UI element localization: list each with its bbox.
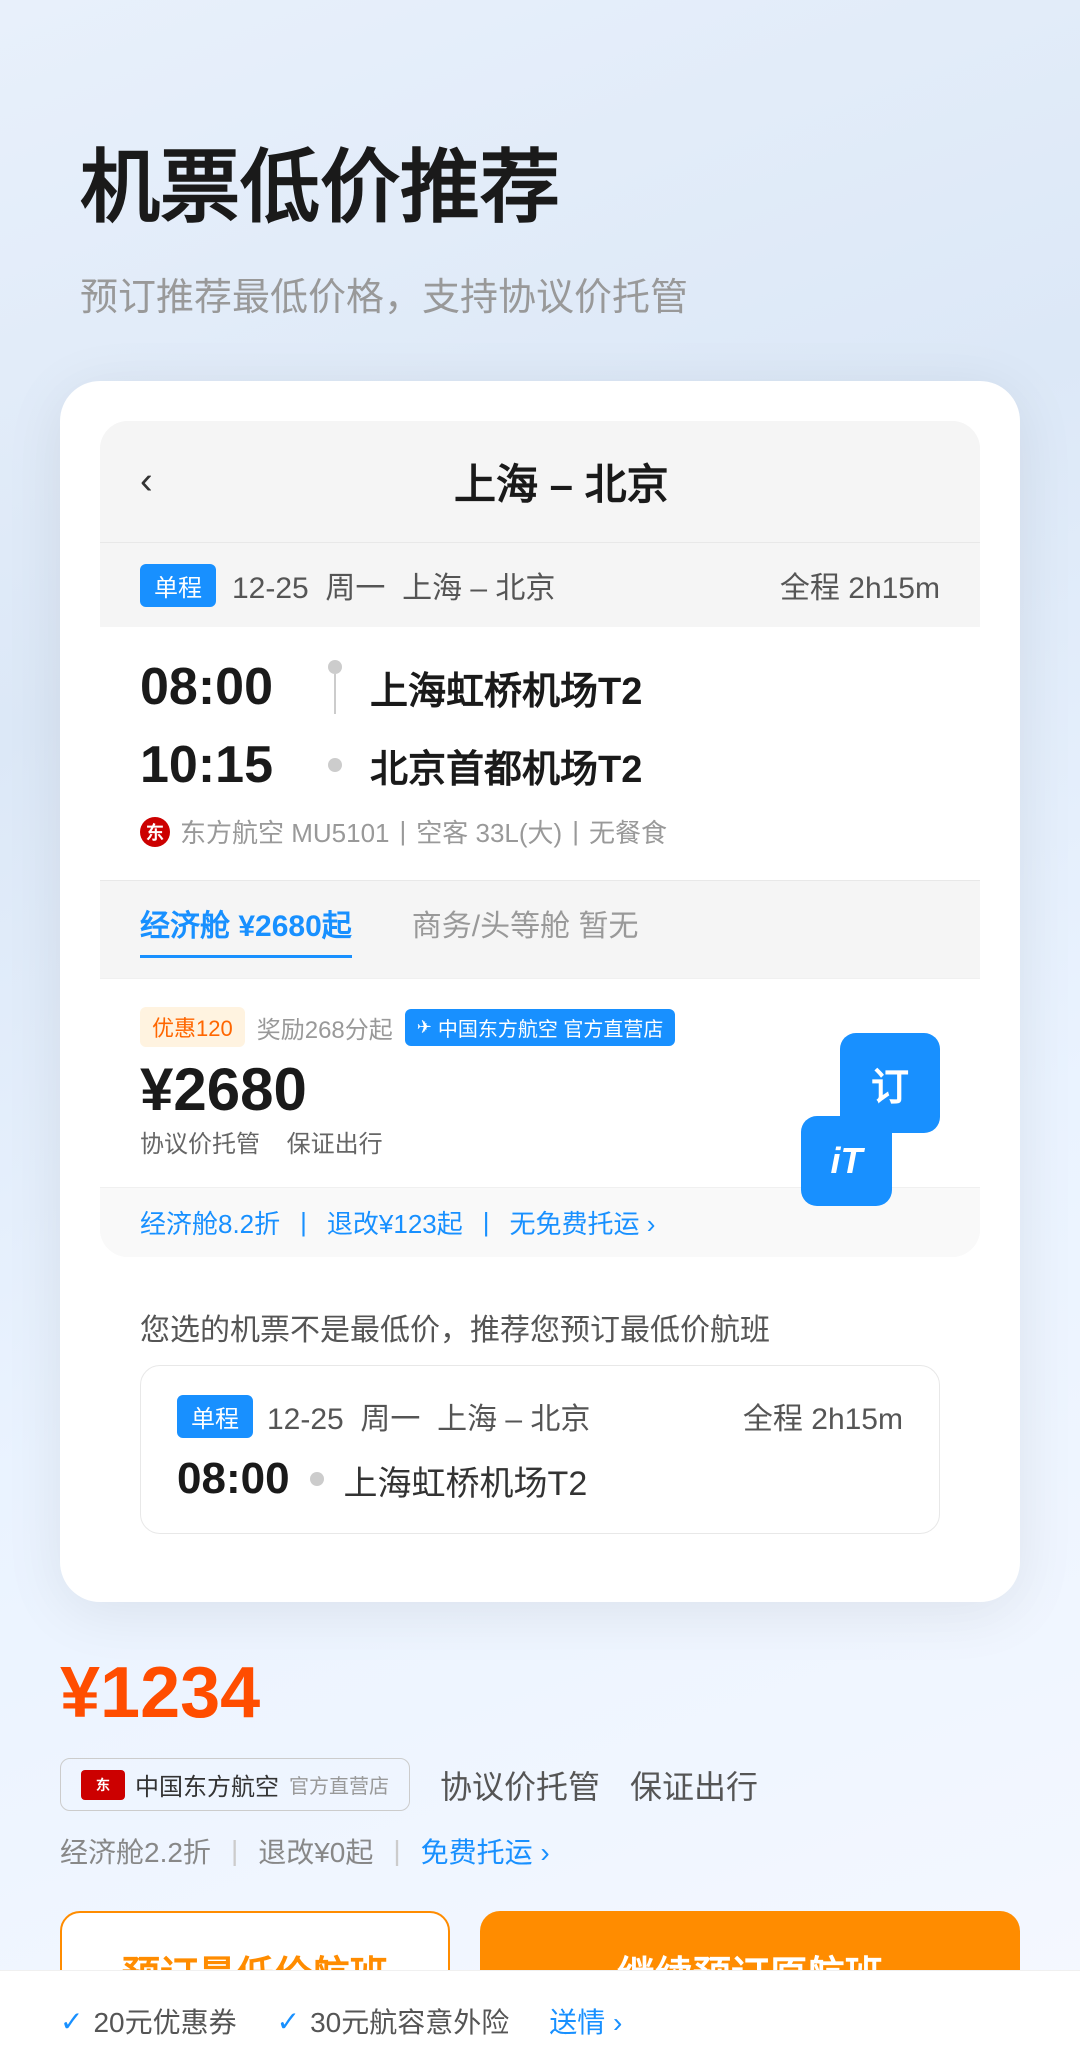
- mini-flight-detail: 08:00 上海虹桥机场T2: [177, 1452, 903, 1505]
- bar-sep1: |: [300, 1207, 307, 1238]
- price-info: 优惠120 奖励268分起 ✈ 中国东方航空 官方直营店 ¥2680 协议价托管…: [140, 1007, 675, 1159]
- arrival-time: 10:15: [140, 735, 300, 795]
- check-icon-1: ✓: [60, 2005, 83, 2038]
- main-card: ‹ 上海 – 北京 单程 12-25 周一 上海 – 北京 全程 2h15m 0…: [60, 381, 1020, 1602]
- airline-badge-text: 中国东方航空 官方直营店: [438, 1013, 664, 1042]
- mini-duration: 全程 2h15m: [743, 1394, 903, 1438]
- promo-text-1: 20元优惠券: [93, 2001, 236, 2041]
- airline-logo: 东: [140, 817, 170, 847]
- tag-guarantee: 保证出行: [630, 1762, 758, 1808]
- economy-tab[interactable]: 经济舱 ¥2680起: [140, 901, 352, 958]
- departure-dot: [328, 660, 342, 674]
- price-badges: 优惠120 奖励268分起 ✈ 中国东方航空 官方直营店: [140, 1007, 675, 1047]
- flight-meta-bar: 单程 12-25 周一 上海 – 北京 全程 2h15m: [100, 543, 980, 627]
- discount-info: 经济舱8.2折: [140, 1204, 280, 1241]
- page-title: 机票低价推荐: [80, 140, 1000, 236]
- mini-departure-time: 08:00: [177, 1454, 290, 1504]
- change-info: 退改¥123起: [327, 1204, 463, 1241]
- separator2: |: [572, 816, 579, 847]
- airline-official-badge: ✈ 中国东方航空 官方直营店: [405, 1009, 676, 1046]
- bottom-airline-row: 东 中国东方航空 官方直营店 协议价托管 保证出行: [60, 1758, 1020, 1811]
- separator: |: [400, 816, 407, 847]
- cabin-tabs: 经济舱 ¥2680起 商务/头等舱 暂无: [100, 880, 980, 978]
- check-icon-2: ✓: [277, 2005, 300, 2038]
- luggage-info[interactable]: 无免费托运 ›: [510, 1204, 656, 1241]
- mini-date: 12-25 周一 上海 – 北京: [267, 1394, 590, 1438]
- mini-trip-type: 单程: [177, 1395, 253, 1438]
- discount-badge: 优惠120: [140, 1007, 245, 1047]
- tag-managed: 协议价托管: [440, 1762, 600, 1808]
- flight-header: ‹ 上海 – 北京: [100, 421, 980, 543]
- flight-meta-left: 单程 12-25 周一 上海 – 北京: [140, 563, 555, 607]
- price-sub-info: 协议价托管 保证出行: [140, 1124, 675, 1159]
- notice-text: 您选的机票不是最低价，推荐您预订最低价航班: [140, 1305, 940, 1349]
- mini-flight-left: 单程 12-25 周一 上海 – 北京: [177, 1394, 590, 1438]
- back-button[interactable]: ‹: [140, 460, 153, 503]
- bar-sep2: |: [483, 1207, 490, 1238]
- promo-text-2: 30元航容意外险: [310, 2001, 509, 2041]
- bottom-luggage[interactable]: 免费托运 ›: [421, 1831, 550, 1871]
- route-line: [334, 674, 336, 714]
- meal-info: 无餐食: [589, 813, 667, 850]
- airline-badge-icon: ✈: [417, 1017, 432, 1038]
- arrival-airport: 北京首都机场T2: [370, 738, 642, 793]
- business-tab[interactable]: 商务/头等舱 暂无: [412, 901, 639, 958]
- airline-logo-text: 东: [96, 1775, 110, 1795]
- promo-item-2: ✓ 30元航容意外险: [277, 2001, 510, 2041]
- aircraft-type: 空客 33L(大): [416, 813, 562, 850]
- mini-dot: [310, 1472, 324, 1486]
- bottom-change: 退改¥0起: [258, 1831, 373, 1871]
- header-section: 机票低价推荐 预订推荐最低价格，支持协议价托管: [0, 0, 1080, 381]
- economy-price: ¥2680起: [238, 910, 351, 943]
- departure-time: 08:00: [140, 657, 300, 717]
- airline-info: 东 东方航空 MU5101 | 空客 33L(大) | 无餐食: [140, 813, 940, 850]
- departure-airport: 上海虹桥机场T2: [370, 660, 642, 715]
- promo-more-link[interactable]: 送情 ›: [549, 2001, 622, 2041]
- arrival-dot: [328, 758, 342, 772]
- bottom-price-prefix: ¥: [60, 1653, 100, 1733]
- bottom-price-number: 1234: [100, 1653, 260, 1733]
- flight-times: 08:00 上海虹桥机场T2 10:15 北京首都机场T2 东 东方: [100, 627, 980, 880]
- promo-item-1: ✓ 20元优惠券: [60, 2001, 237, 2041]
- it-logo: iT: [801, 1116, 892, 1206]
- mini-departure-airport: 上海虹桥机场T2: [344, 1456, 588, 1505]
- flight-date: 12-25 周一 上海 – 北京: [232, 563, 555, 607]
- airline-flight: 东方航空 MU5101: [180, 813, 390, 850]
- route-dot-top: [320, 660, 350, 714]
- airline-official-badge: 东 中国东方航空 官方直营店: [60, 1758, 410, 1811]
- page-subtitle: 预订推荐最低价格，支持协议价托管: [80, 266, 1000, 321]
- more-link-text[interactable]: 送情 ›: [549, 2001, 622, 2041]
- mini-flight-card[interactable]: 单程 12-25 周一 上海 – 北京 全程 2h15m 08:00 上海虹桥机…: [140, 1365, 940, 1534]
- bottom-discount-bar: 经济舱2.2折 | 退改¥0起 | 免费托运 ›: [60, 1831, 1020, 1871]
- bottom-price: ¥1234: [60, 1652, 1020, 1734]
- trip-type-badge: 单程: [140, 564, 216, 607]
- arrival-row: 10:15 北京首都机场T2: [140, 735, 940, 795]
- mini-flight-header: 单程 12-25 周一 上海 – 北京 全程 2h15m: [177, 1394, 903, 1438]
- flight-duration: 全程 2h15m: [780, 563, 940, 607]
- flight-price: ¥2680: [140, 1055, 307, 1124]
- departure-row: 08:00 上海虹桥机场T2: [140, 657, 940, 717]
- recommendation-notice: 您选的机票不是最低价，推荐您预订最低价航班 单程 12-25 周一 上海 – 北…: [100, 1277, 980, 1562]
- points-badge: 奖励268分起: [257, 1010, 393, 1045]
- flight-route-title: 上海 – 北京: [183, 451, 940, 512]
- business-status: 暂无: [578, 910, 638, 943]
- footer-promo: ✓ 20元优惠券 ✓ 30元航容意外险 送情 ›: [0, 1970, 1080, 2071]
- airline-red-logo: 东: [81, 1770, 125, 1800]
- airline-name: 中国东方航空: [135, 1767, 279, 1802]
- bottom-discount: 经济舱2.2折: [60, 1831, 211, 1871]
- price-display: ¥2680: [140, 1055, 675, 1124]
- route-dot-bottom: [320, 758, 350, 772]
- airline-subtext: 官方直营店: [289, 1770, 389, 1799]
